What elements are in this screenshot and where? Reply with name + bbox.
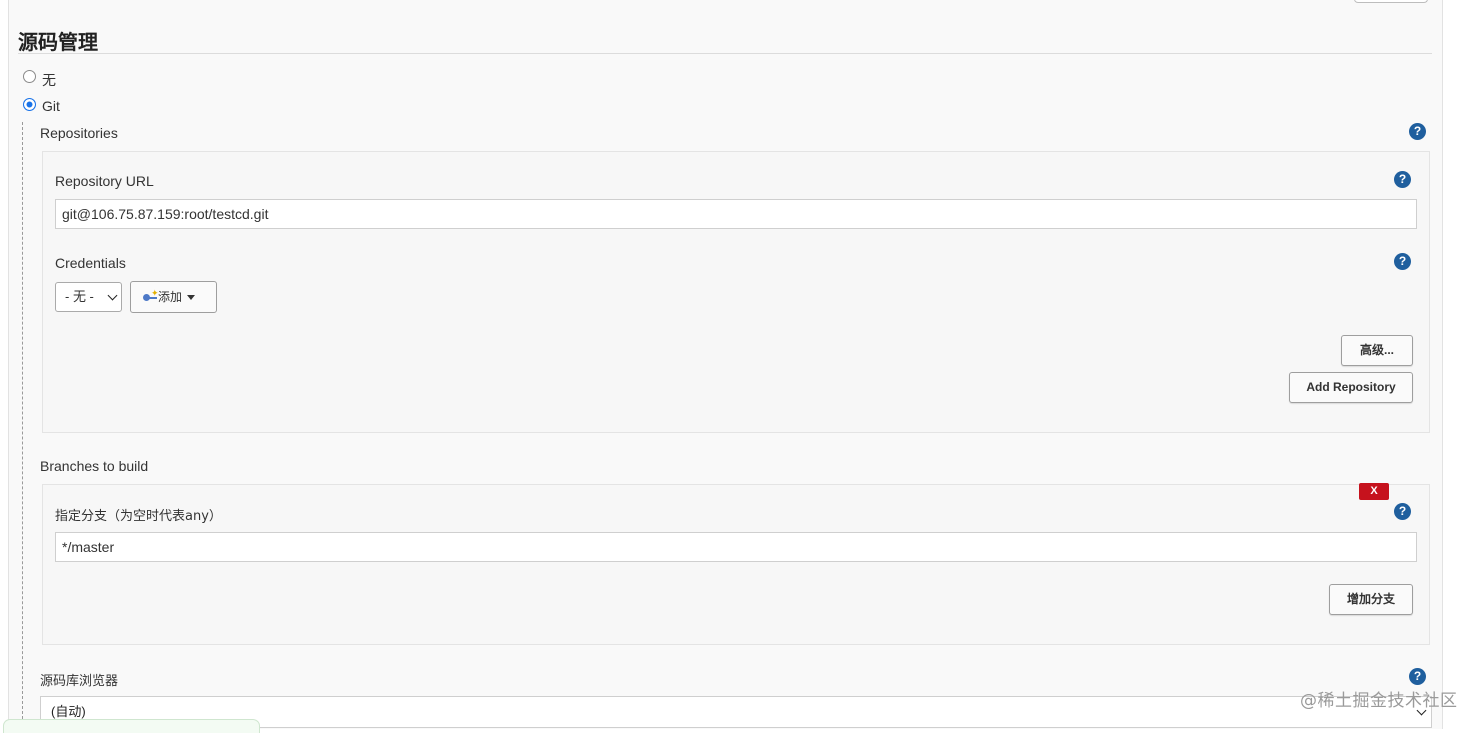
credentials-select-value: - 无 - [65, 289, 94, 304]
branch-specifier-input[interactable]: */master [55, 532, 1417, 562]
repositories-help-icon[interactable]: ? [1409, 123, 1426, 140]
add-credentials-label: 添加 [158, 290, 183, 304]
add-credentials-button[interactable]: ✦ 添加 [130, 281, 217, 313]
radio-none[interactable] [23, 70, 36, 83]
repository-url-input[interactable]: git@106.75.87.159:root/testcd.git [55, 199, 1417, 229]
branch-specifier-label: 指定分支（为空时代表any） [55, 509, 222, 524]
credentials-label: Credentials [55, 255, 126, 271]
caret-down-icon [187, 295, 196, 301]
delete-branch-button[interactable]: X [1359, 483, 1389, 500]
radio-git-label: Git [42, 98, 60, 114]
repo-browser-label: 源码库浏览器 [40, 674, 119, 689]
previous-section-button[interactable] [1354, 0, 1428, 3]
add-branch-button[interactable]: 增加分支 [1329, 584, 1413, 615]
chevron-down-icon [107, 290, 118, 301]
repositories-label: Repositories [40, 125, 118, 141]
repository-url-label: Repository URL [55, 173, 154, 189]
radio-none-label: 无 [42, 72, 56, 88]
branch-box [42, 484, 1430, 645]
advanced-button[interactable]: 高级... [1341, 335, 1413, 366]
repository-box [42, 151, 1430, 433]
key-icon: ✦ [143, 288, 159, 302]
radio-git[interactable] [23, 98, 36, 111]
branch-specifier-help-icon[interactable]: ? [1394, 503, 1411, 520]
section-divider [18, 53, 1432, 54]
notification-bar [3, 719, 260, 733]
credentials-help-icon[interactable]: ? [1394, 253, 1411, 270]
section-title: 源码管理 [18, 30, 98, 54]
watermark: @稀土掘金技术社区 [1300, 691, 1458, 711]
branches-label: Branches to build [40, 458, 149, 474]
repo-browser-help-icon[interactable]: ? [1409, 668, 1426, 685]
repository-url-help-icon[interactable]: ? [1394, 171, 1411, 188]
credentials-select[interactable]: - 无 - [55, 282, 122, 312]
add-repository-button[interactable]: Add Repository [1289, 372, 1413, 403]
git-section-indent-line [22, 122, 23, 729]
repo-browser-select-value: (自动) [51, 704, 86, 719]
